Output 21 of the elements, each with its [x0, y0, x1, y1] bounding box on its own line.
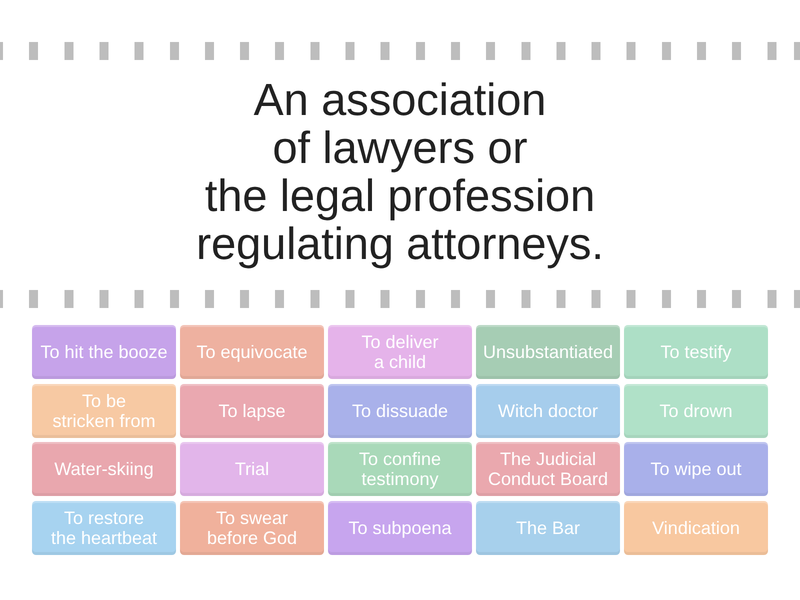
- answer-tile[interactable]: To subpoena: [328, 500, 472, 554]
- answer-tile[interactable]: To testify: [624, 325, 768, 379]
- answer-tile[interactable]: To be stricken from: [32, 384, 176, 438]
- answer-tile[interactable]: To deliver a child: [328, 325, 472, 379]
- answer-tile[interactable]: Vindication: [624, 500, 768, 554]
- answer-tile[interactable]: The Judicial Conduct Board: [476, 442, 620, 496]
- answer-tile[interactable]: Unsubstantiated: [476, 325, 620, 379]
- answer-tile[interactable]: Water-skiing: [32, 442, 176, 496]
- answer-tile[interactable]: To swear before God: [180, 500, 324, 554]
- answer-tile[interactable]: To drown: [624, 384, 768, 438]
- answer-tile[interactable]: Trial: [180, 442, 324, 496]
- answer-tile[interactable]: To restore the heartbeat: [32, 500, 176, 554]
- answer-tile[interactable]: To confine testimony: [328, 442, 472, 496]
- answer-tile[interactable]: To hit the booze: [32, 325, 176, 379]
- answer-tile[interactable]: To equivocate: [180, 325, 324, 379]
- answer-tile[interactable]: To lapse: [180, 384, 324, 438]
- answer-tile[interactable]: The Bar: [476, 500, 620, 554]
- question-text: An association of lawyers or the legal profession regulating attorneys.: [195, 76, 605, 268]
- answer-tile[interactable]: To wipe out: [624, 442, 768, 496]
- answer-tile[interactable]: To dissuade: [328, 384, 472, 438]
- answer-tile[interactable]: Witch doctor: [476, 384, 620, 438]
